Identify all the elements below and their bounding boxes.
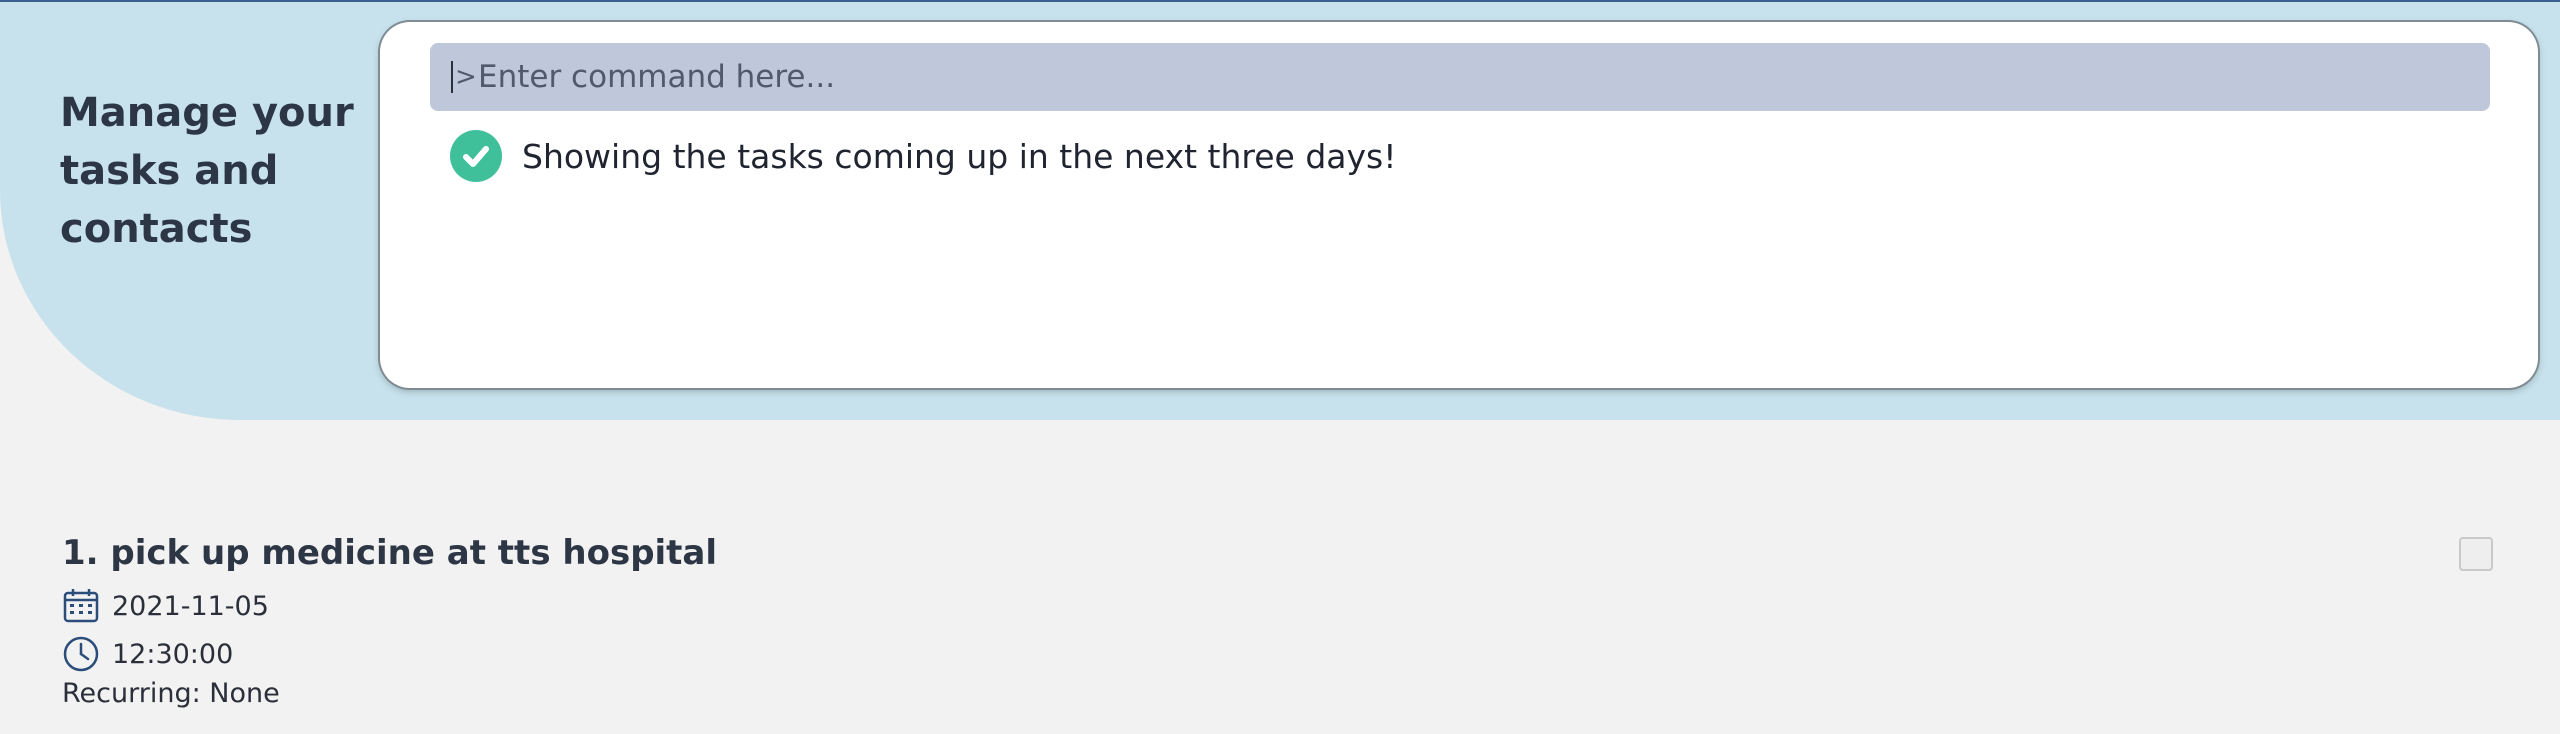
app-window: Manage your tasks and contacts > Showing… — [0, 0, 2560, 734]
task-card[interactable]: 1. pick up medicine at tts hospital 2021… — [62, 528, 2502, 709]
task-date: 2021-11-05 — [112, 590, 269, 622]
result-display: Showing the tasks coming up in the next … — [450, 130, 1396, 182]
task-recurring: Recurring: None — [62, 678, 280, 709]
command-panel: > Showing the tasks coming up in the nex… — [380, 22, 2538, 388]
check-circle-icon — [450, 130, 502, 182]
task-time: 12:30:00 — [112, 638, 234, 670]
task-time-row: 12:30:00 — [62, 634, 2502, 674]
text-caret — [451, 61, 453, 93]
calendar-icon — [63, 589, 99, 623]
task-date-row: 2021-11-05 — [62, 586, 2502, 626]
clock-icon — [63, 636, 99, 672]
page-title: Manage your tasks and contacts — [60, 90, 354, 252]
task-done-checkbox[interactable] — [2459, 537, 2493, 571]
command-input[interactable] — [478, 47, 2438, 107]
task-title: 1. pick up medicine at tts hospital — [62, 533, 718, 573]
result-message: Showing the tasks coming up in the next … — [522, 136, 1397, 176]
command-box[interactable]: > — [430, 43, 2490, 111]
prompt-chevron-icon: > — [455, 62, 477, 92]
